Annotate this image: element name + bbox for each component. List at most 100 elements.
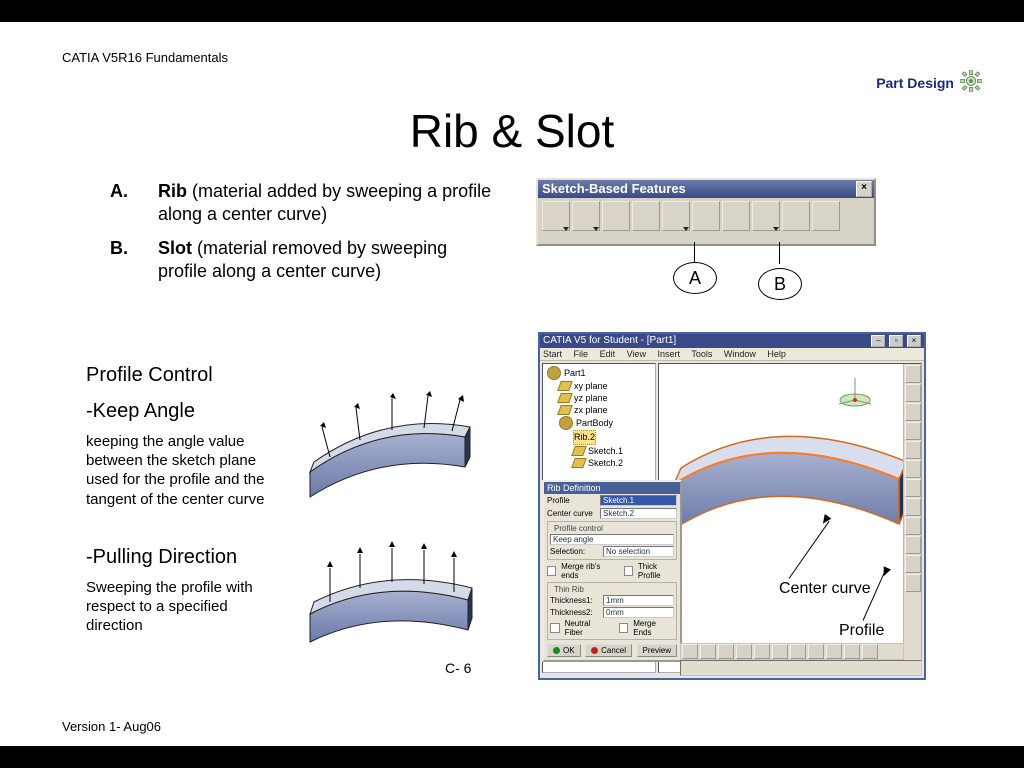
btool[interactable] <box>790 644 806 659</box>
stiffener-button[interactable] <box>752 201 780 231</box>
menu-insert[interactable]: Insert <box>657 349 680 359</box>
menu-tools[interactable]: Tools <box>691 349 712 359</box>
cancel-button[interactable]: Cancel <box>585 644 632 657</box>
preview-button[interactable]: Preview <box>637 644 677 657</box>
btool[interactable] <box>826 644 842 659</box>
sketch-icon <box>571 458 587 468</box>
selection-label: Selection: <box>550 547 600 556</box>
menu-view[interactable]: View <box>627 349 646 359</box>
profile-field-label: Profile <box>547 496 597 505</box>
btool[interactable] <box>700 644 716 659</box>
part-design-label: Part Design <box>876 75 954 91</box>
merge-ends2-checkbox[interactable] <box>619 623 629 633</box>
header-text: CATIA V5R16 Fundamentals <box>62 50 228 65</box>
menu-window[interactable]: Window <box>724 349 756 359</box>
neutral-fiber-checkbox[interactable] <box>550 623 560 633</box>
profile-control-heading: Profile Control <box>86 364 213 387</box>
catia-window: CATIA V5 for Student - [Part1] – ▫ × Sta… <box>538 332 926 680</box>
toolbar-title: Sketch-Based Features <box>542 181 686 196</box>
vtool-btn[interactable] <box>905 536 921 554</box>
vtool-btn[interactable] <box>905 460 921 478</box>
rib-definition-dialog: Rib Definition ProfileSketch.1 Center cu… <box>542 480 682 662</box>
profile-control-select[interactable]: Keep angle <box>550 534 674 545</box>
vtool-btn[interactable] <box>905 384 921 402</box>
vtool-btn[interactable] <box>905 498 921 516</box>
viewport-toolbar <box>903 364 922 672</box>
vtool-btn[interactable] <box>905 555 921 573</box>
menu-edit[interactable]: Edit <box>600 349 616 359</box>
bottom-toolbar <box>680 643 904 660</box>
callout-b: B <box>758 268 802 300</box>
pulling-direction-illustration <box>300 522 480 652</box>
menu-file[interactable]: File <box>574 349 589 359</box>
pulling-direction-heading: -Pulling Direction <box>86 546 237 569</box>
ok-button[interactable]: OK <box>547 644 581 657</box>
keep-angle-heading: -Keep Angle <box>86 400 195 423</box>
hole-button[interactable] <box>662 201 690 231</box>
btool[interactable] <box>772 644 788 659</box>
menu-start[interactable]: Start <box>543 349 562 359</box>
def-b-term: Slot <box>158 238 192 258</box>
groove-button[interactable] <box>632 201 660 231</box>
merge-ends-label: Merge rib's ends <box>561 562 613 580</box>
slot-button[interactable] <box>722 201 750 231</box>
tree-sketch1[interactable]: Sketch.1 <box>588 445 623 457</box>
neutral-fiber-label: Neutral Fiber <box>565 619 609 637</box>
btool[interactable] <box>736 644 752 659</box>
vtool-btn[interactable] <box>905 517 921 535</box>
menubar: Start File Edit View Insert Tools Window… <box>540 348 924 361</box>
vtool-btn[interactable] <box>905 403 921 421</box>
minimize-icon[interactable]: – <box>871 335 885 347</box>
profile-field[interactable]: Sketch.1 <box>600 495 677 506</box>
close-window-icon[interactable]: × <box>907 335 921 347</box>
plane-icon <box>557 381 573 391</box>
thickness1-field[interactable]: 1mm <box>603 595 674 606</box>
btool[interactable] <box>682 644 698 659</box>
selection-field[interactable]: No selection <box>603 546 674 557</box>
profile-control-group: Profile control <box>552 524 605 533</box>
shaft-button[interactable] <box>602 201 630 231</box>
thickness2-field[interactable]: 0mm <box>603 607 674 618</box>
merge-ends2-label: Merge Ends <box>633 619 674 637</box>
btool[interactable] <box>754 644 770 659</box>
merge-ends-checkbox[interactable] <box>547 566 556 576</box>
close-icon[interactable]: × <box>856 181 872 197</box>
viewport-3d[interactable]: Center curve Profile <box>658 363 922 673</box>
vtool-btn[interactable] <box>905 574 921 592</box>
btool[interactable] <box>862 644 878 659</box>
def-b-letter: B. <box>110 237 158 284</box>
btool[interactable] <box>718 644 734 659</box>
rib-button[interactable] <box>692 201 720 231</box>
tree-body[interactable]: PartBody <box>576 417 613 429</box>
pad-button[interactable] <box>542 201 570 231</box>
tree-zx[interactable]: zx plane <box>574 404 608 416</box>
plane-icon <box>557 393 573 403</box>
tree-root[interactable]: Part1 <box>564 367 586 379</box>
tree-xy[interactable]: xy plane <box>574 380 608 392</box>
thick-profile-checkbox[interactable] <box>624 566 633 576</box>
footer-text: Version 1- Aug06 <box>62 719 161 734</box>
maximize-icon[interactable]: ▫ <box>889 335 903 347</box>
btool[interactable] <box>844 644 860 659</box>
btool[interactable] <box>808 644 824 659</box>
body-icon <box>559 416 573 430</box>
keep-angle-desc: keeping the angle value between the sket… <box>86 432 286 509</box>
center-curve-field[interactable]: Sketch.2 <box>600 508 677 519</box>
multisections-button[interactable] <box>782 201 810 231</box>
tree-yz[interactable]: yz plane <box>574 392 608 404</box>
dialog-title: Rib Definition <box>544 482 680 494</box>
menu-help[interactable]: Help <box>767 349 786 359</box>
vtool-btn[interactable] <box>905 422 921 440</box>
vtool-btn[interactable] <box>905 441 921 459</box>
thickness2-label: Thickness2: <box>550 608 600 617</box>
pocket-button[interactable] <box>572 201 600 231</box>
vtool-btn[interactable] <box>905 479 921 497</box>
status-bar <box>680 660 922 676</box>
vtool-btn[interactable] <box>905 365 921 383</box>
removed-multisections-button[interactable] <box>812 201 840 231</box>
tree-sketch2[interactable]: Sketch.2 <box>588 457 623 469</box>
def-a-desc: (material added by sweeping a profile al… <box>158 181 491 224</box>
profile-annotation: Profile <box>839 622 884 640</box>
tree-rib[interactable]: Rib.2 <box>573 430 596 444</box>
keep-angle-illustration <box>300 382 480 502</box>
